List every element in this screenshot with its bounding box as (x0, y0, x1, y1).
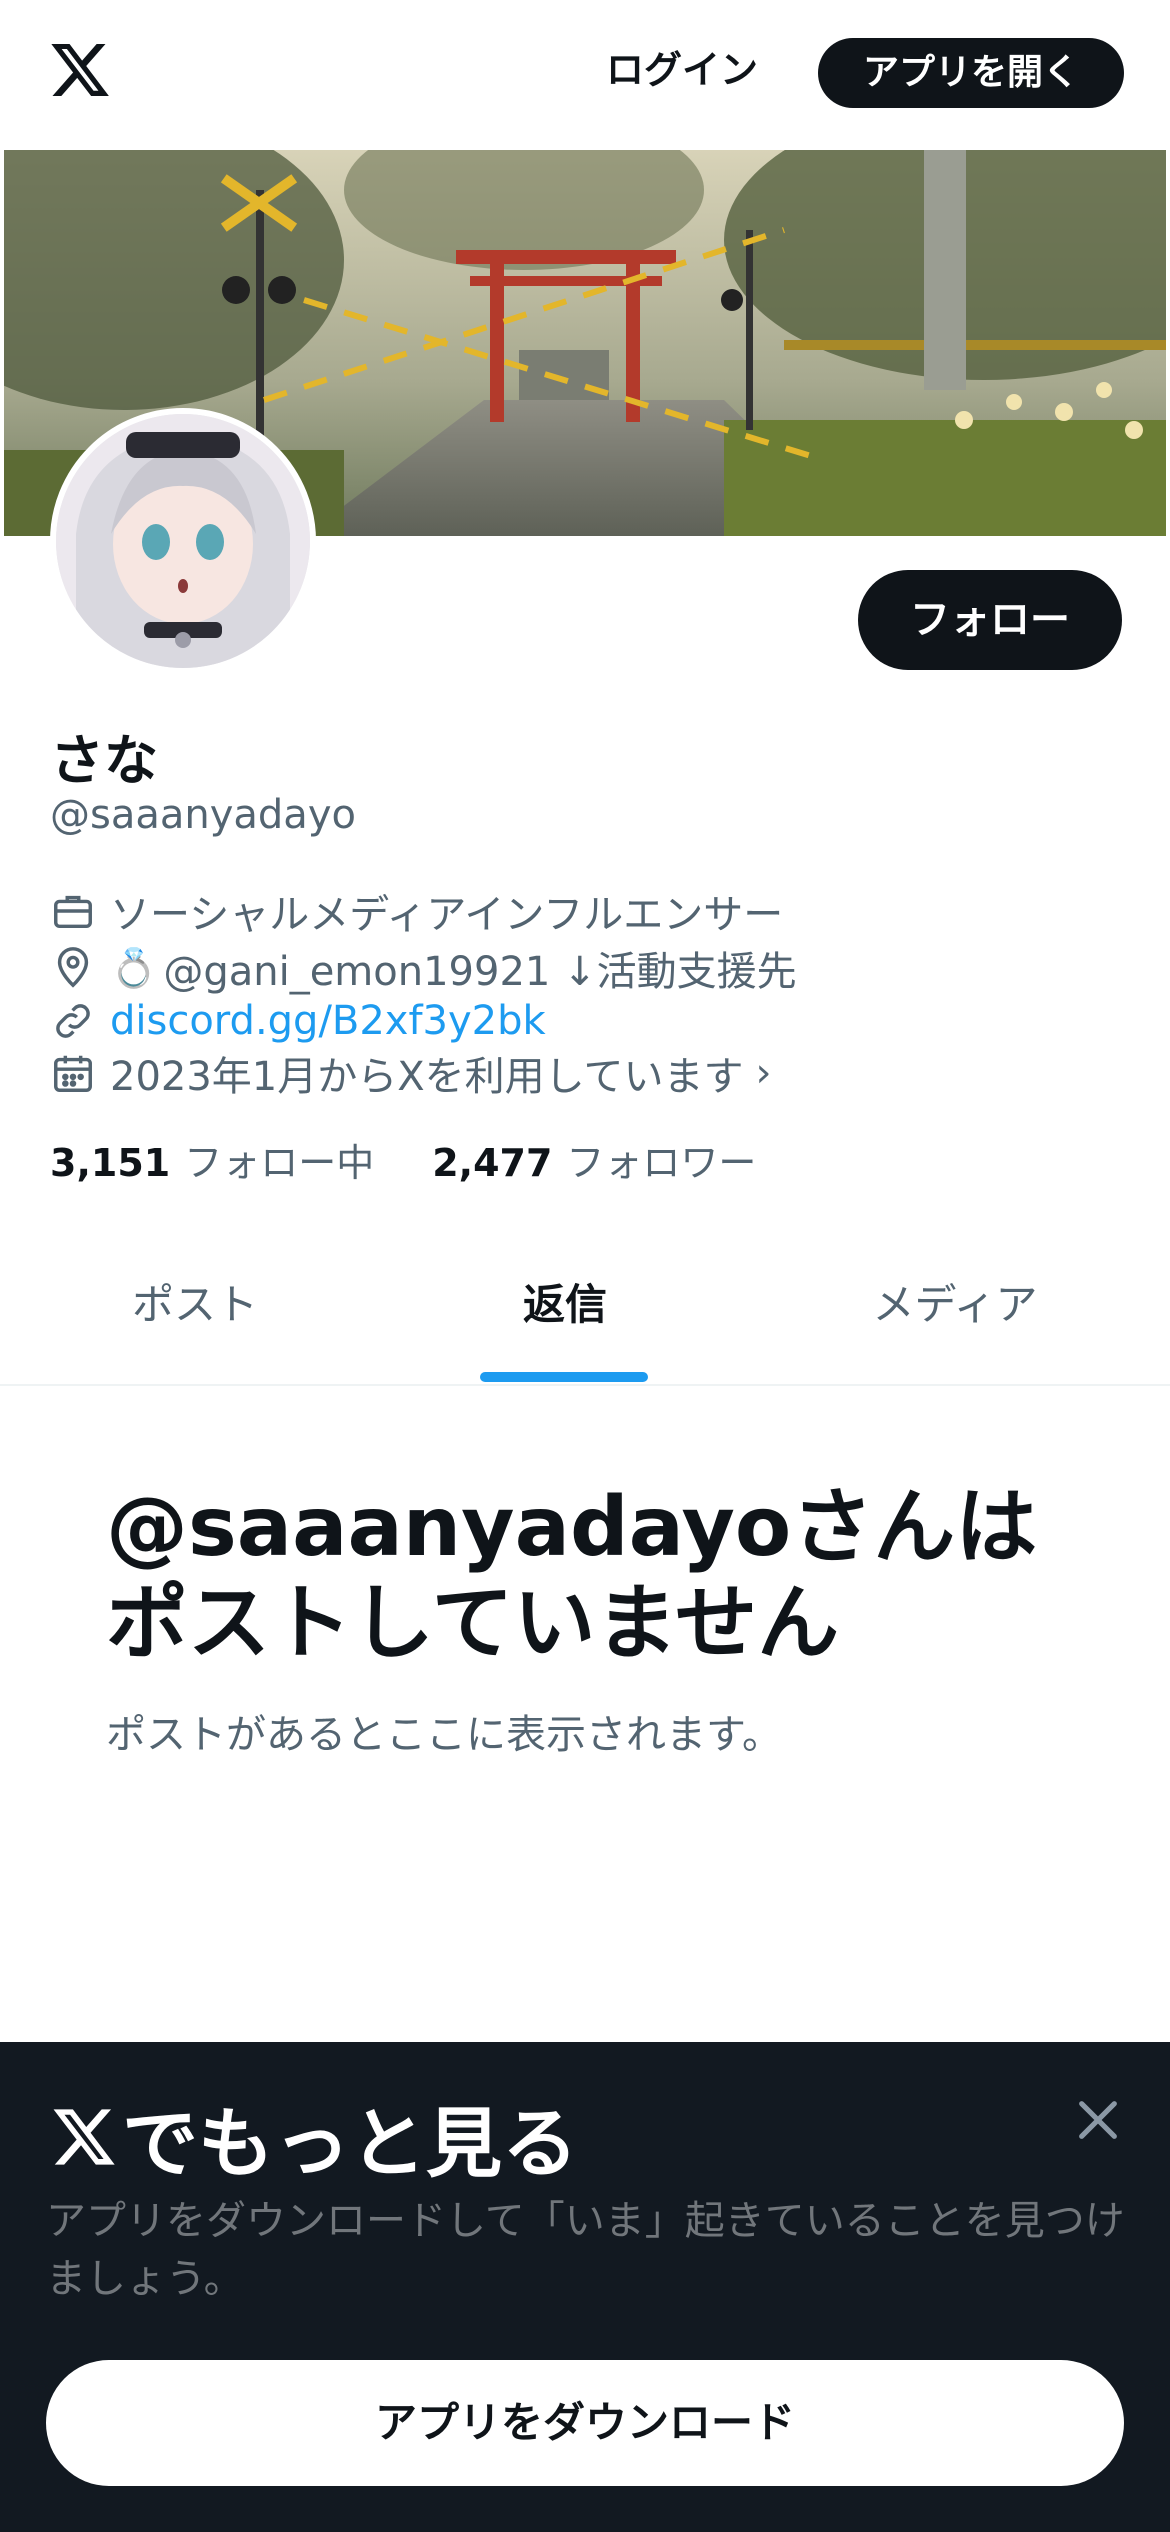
followers-stat[interactable]: 2,477 フォロワー (432, 1141, 756, 1185)
tab-replies[interactable]: 返信 (440, 1230, 690, 1380)
x-logo-icon[interactable] (48, 38, 112, 102)
profile-page: ログイン アプリを開く フォロー さな @saaanyadayo ソーシャルメデ… (0, 0, 1170, 2532)
link-row: discord.gg/B2xf3y2bk (50, 996, 546, 1046)
followers-label: フォロワー (566, 1141, 757, 1185)
ring-emoji: 💍 (110, 945, 158, 990)
location-text: @gani_emon19921 ↓活動支援先 (163, 949, 797, 995)
open-app-button[interactable]: アプリを開く (818, 38, 1124, 108)
follow-button[interactable]: フォロー (858, 570, 1122, 670)
tab-posts[interactable]: ポスト (70, 1230, 320, 1380)
follow-stats: 3,151 フォロー中 2,477 フォロワー (50, 1132, 756, 1187)
avatar-image (56, 414, 310, 668)
profile-tabs: ポスト 返信 メディア (0, 1230, 1170, 1386)
sheet-title: でもっと見る (50, 2082, 578, 2192)
category-row: ソーシャルメディアインフルエンサー (50, 886, 783, 938)
avatar[interactable] (50, 408, 316, 674)
download-app-button[interactable]: アプリをダウンロード (46, 2360, 1124, 2486)
followers-count: 2,477 (432, 1141, 553, 1185)
top-bar: ログイン アプリを開く (0, 0, 1170, 150)
profile-link[interactable]: discord.gg/B2xf3y2bk (110, 998, 546, 1044)
briefcase-icon (54, 895, 92, 929)
sheet-description: アプリをダウンロードして「いま」起きていることを見つけましょう。 (46, 2198, 1125, 2302)
following-stat[interactable]: 3,151 フォロー中 (50, 1141, 374, 1185)
empty-state-subtitle: ポストがあるとここに表示されます。 (106, 1712, 782, 1758)
handle: @saaanyadayo (50, 792, 356, 838)
joined-text: 2023年1月からXを利用しています (110, 1054, 744, 1100)
category-text: ソーシャルメディアインフルエンサー (110, 892, 784, 938)
chevron-right-icon: › (755, 1050, 772, 1096)
sheet-title-text: でもっと見る (122, 2099, 578, 2188)
location-row: 💍 @gani_emon19921 ↓活動支援先 (50, 943, 797, 995)
login-button[interactable]: ログイン (590, 38, 774, 102)
display-name: さな (50, 729, 158, 792)
location-pin-icon (57, 947, 89, 988)
calendar-icon (54, 1055, 92, 1092)
close-icon[interactable] (1070, 2092, 1126, 2148)
x-logo-icon (53, 2109, 115, 2165)
empty-state-title: @saaanyadayoさんはポストしていません (106, 1480, 1038, 1671)
joined-row[interactable]: 2023年1月からXを利用しています › (50, 1048, 772, 1100)
link-icon (56, 1004, 90, 1038)
tab-media[interactable]: メディア (830, 1230, 1080, 1380)
following-count: 3,151 (50, 1141, 171, 1185)
following-label: フォロー中 (184, 1141, 375, 1185)
active-tab-indicator (480, 1372, 648, 1382)
